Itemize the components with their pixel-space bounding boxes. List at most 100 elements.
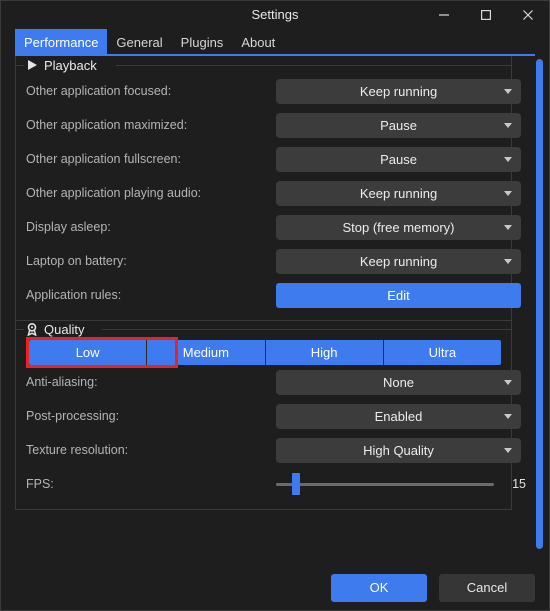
combo-value: Pause bbox=[380, 118, 417, 133]
fps-value: 15 bbox=[504, 477, 526, 491]
row-other-application-playing-audio: Other application playing audio: Keep ru… bbox=[16, 176, 511, 210]
tab-performance-label: Performance bbox=[24, 35, 98, 50]
ok-button[interactable]: OK bbox=[331, 574, 427, 602]
row-display-asleep: Display asleep: Stop (free memory) bbox=[16, 210, 511, 244]
combo-other-application-fullscreen[interactable]: Pause bbox=[276, 147, 521, 172]
chevron-down-icon bbox=[504, 123, 512, 128]
row-post-processing: Post-processing: Enabled bbox=[16, 399, 511, 433]
quality-preset-medium[interactable]: Medium bbox=[147, 340, 265, 365]
combo-other-application-maximized[interactable]: Pause bbox=[276, 113, 521, 138]
settings-content: Playback Other application focused: Keep… bbox=[1, 56, 522, 565]
row-label: Display asleep: bbox=[26, 220, 276, 234]
playback-group-title: Playback bbox=[39, 58, 104, 73]
row-control: Enabled bbox=[276, 404, 521, 429]
row-control: High Quality bbox=[276, 438, 521, 463]
fps-slider-track bbox=[276, 483, 494, 486]
chevron-down-icon bbox=[504, 191, 512, 196]
fps-slider[interactable] bbox=[276, 472, 494, 497]
cancel-button-label: Cancel bbox=[467, 580, 507, 595]
fps-slider-handle[interactable] bbox=[292, 473, 300, 495]
combo-value: Keep running bbox=[360, 186, 437, 201]
vertical-scrollbar[interactable] bbox=[534, 56, 547, 565]
combo-value: Keep running bbox=[360, 254, 437, 269]
settings-window: Settings Performance General Plugins Abo… bbox=[0, 0, 550, 611]
close-icon[interactable] bbox=[507, 1, 549, 29]
tab-performance[interactable]: Performance bbox=[15, 29, 107, 56]
combo-anti-aliasing[interactable]: None bbox=[276, 370, 521, 395]
row-control: Pause bbox=[276, 147, 521, 172]
row-control: Stop (free memory) bbox=[276, 215, 521, 240]
row-label: FPS: bbox=[26, 477, 276, 491]
play-triangle-icon bbox=[25, 58, 39, 72]
row-label: Post-processing: bbox=[26, 409, 276, 423]
combo-value: None bbox=[383, 375, 414, 390]
row-control: 15 bbox=[276, 472, 526, 497]
ok-button-label: OK bbox=[370, 580, 389, 595]
combo-texture-resolution[interactable]: High Quality bbox=[276, 438, 521, 463]
playback-group: Playback Other application focused: Keep… bbox=[15, 56, 512, 321]
row-control: None bbox=[276, 370, 521, 395]
row-control: Keep running bbox=[276, 79, 521, 104]
row-label: Other application maximized: bbox=[26, 118, 276, 132]
combo-display-asleep[interactable]: Stop (free memory) bbox=[276, 215, 521, 240]
combo-value: High Quality bbox=[363, 443, 434, 458]
chevron-down-icon bbox=[504, 380, 512, 385]
title-bar: Settings bbox=[1, 1, 549, 29]
edit-application-rules-button[interactable]: Edit bbox=[276, 283, 521, 308]
tab-plugins[interactable]: Plugins bbox=[172, 29, 233, 56]
chevron-down-icon bbox=[504, 89, 512, 94]
quality-preset-low-label: Low bbox=[76, 345, 100, 360]
maximize-icon[interactable] bbox=[465, 1, 507, 29]
combo-post-processing[interactable]: Enabled bbox=[276, 404, 521, 429]
row-label: Anti-aliasing: bbox=[26, 375, 276, 389]
chevron-down-icon bbox=[504, 225, 512, 230]
minimize-icon[interactable] bbox=[423, 1, 465, 29]
dialog-footer: OK Cancel bbox=[1, 565, 549, 610]
playback-group-header: Playback bbox=[16, 56, 511, 74]
chevron-down-icon bbox=[504, 448, 512, 453]
row-label: Application rules: bbox=[26, 288, 276, 302]
quality-preset-medium-label: Medium bbox=[183, 345, 229, 360]
tab-bar: Performance General Plugins About bbox=[1, 29, 549, 56]
quality-preset-ultra[interactable]: Ultra bbox=[384, 340, 501, 365]
row-other-application-focused: Other application focused: Keep running bbox=[16, 74, 511, 108]
quality-preset-low[interactable]: Low bbox=[29, 340, 147, 365]
row-label: Other application focused: bbox=[26, 84, 276, 98]
row-laptop-on-battery: Laptop on battery: Keep running bbox=[16, 244, 511, 278]
quality-preset-ultra-label: Ultra bbox=[429, 345, 456, 360]
tab-about-label: About bbox=[241, 35, 275, 50]
row-application-rules: Application rules: Edit bbox=[16, 278, 511, 312]
tab-general[interactable]: General bbox=[107, 29, 171, 56]
settings-scroll-area: Playback Other application focused: Keep… bbox=[1, 56, 549, 565]
row-other-application-fullscreen: Other application fullscreen: Pause bbox=[16, 142, 511, 176]
row-anti-aliasing: Anti-aliasing: None bbox=[16, 365, 511, 399]
tab-about[interactable]: About bbox=[232, 29, 284, 56]
edit-button-label: Edit bbox=[387, 288, 409, 303]
row-fps: FPS: 15 bbox=[16, 467, 511, 501]
row-control: Pause bbox=[276, 113, 521, 138]
combo-value: Enabled bbox=[375, 409, 423, 424]
quality-group: Quality Low Medium High bbox=[15, 320, 512, 510]
quality-preset-group: Low Medium High Ultra bbox=[29, 340, 501, 365]
cancel-button[interactable]: Cancel bbox=[439, 574, 535, 602]
vertical-scrollbar-thumb[interactable] bbox=[536, 59, 543, 549]
row-label: Texture resolution: bbox=[26, 443, 276, 457]
quality-preset-high-label: High bbox=[311, 345, 338, 360]
quality-group-header: Quality bbox=[16, 320, 511, 338]
combo-laptop-on-battery[interactable]: Keep running bbox=[276, 249, 521, 274]
combo-other-application-focused[interactable]: Keep running bbox=[276, 79, 521, 104]
row-label: Other application fullscreen: bbox=[26, 152, 276, 166]
combo-value: Stop (free memory) bbox=[343, 220, 455, 235]
row-control: Keep running bbox=[276, 249, 521, 274]
row-label: Other application playing audio: bbox=[26, 186, 276, 200]
award-medal-icon bbox=[25, 322, 39, 336]
row-control: Edit bbox=[276, 283, 521, 308]
chevron-down-icon bbox=[504, 414, 512, 419]
quality-preset-high[interactable]: High bbox=[266, 340, 384, 365]
quality-preset-segmented: Low Medium High Ultra bbox=[29, 340, 501, 365]
chevron-down-icon bbox=[504, 157, 512, 162]
combo-other-application-playing-audio[interactable]: Keep running bbox=[276, 181, 521, 206]
row-texture-resolution: Texture resolution: High Quality bbox=[16, 433, 511, 467]
window-controls bbox=[423, 1, 549, 29]
quality-group-title: Quality bbox=[39, 322, 91, 337]
